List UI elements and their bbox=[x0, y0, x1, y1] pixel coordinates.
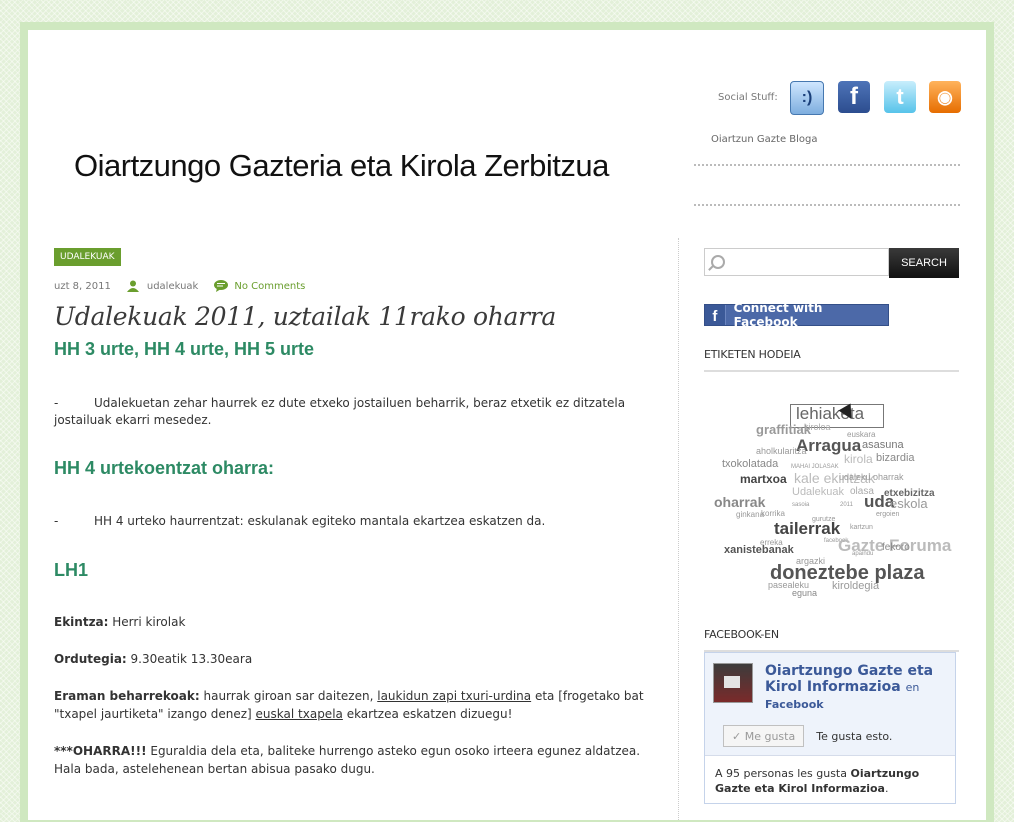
section-heading: LH1 bbox=[54, 560, 89, 580]
bullet-item: - HH 4 urteko haurrentzat: eskulanak egit… bbox=[54, 513, 659, 530]
facebook-icon: f bbox=[705, 305, 726, 325]
tagline: Oiartzun Gazte Bloga bbox=[711, 134, 818, 145]
social-bar: Social Stuff: :) f t ◉ bbox=[718, 81, 961, 117]
site-title[interactable]: Oiartzungo Gazteria eta Kirola Zerbitzua bbox=[74, 148, 609, 184]
search-button[interactable]: SEARCH bbox=[889, 248, 959, 278]
check-icon: ✓ bbox=[732, 729, 745, 743]
tag-link[interactable]: kiroldegia bbox=[832, 580, 879, 592]
fb-like-button[interactable]: ✓ Me gusta bbox=[723, 725, 805, 747]
eraman-text: haurrak giroan sar daitezen, bbox=[199, 689, 378, 703]
tuenti-icon[interactable]: :) bbox=[790, 81, 824, 115]
search-input[interactable] bbox=[704, 248, 889, 276]
tag-link[interactable]: eguna bbox=[792, 588, 817, 598]
eraman-text: ekartzea eskatzen dizuegu! bbox=[342, 707, 513, 721]
fb-like-label: Me gusta bbox=[744, 729, 796, 743]
tag-link[interactable]: 2011 bbox=[840, 502, 853, 508]
tag-link[interactable]: xanistebanak bbox=[724, 544, 794, 556]
ordutegia-label: Ordutegia: bbox=[54, 652, 127, 666]
fb-connect-button[interactable]: f Connect with Facebook bbox=[704, 301, 889, 329]
post-date: uzt 8, 2011 bbox=[54, 280, 111, 292]
tag-link[interactable]: asasuna bbox=[862, 439, 904, 451]
fb-facebook-link[interactable]: Facebook bbox=[765, 698, 824, 711]
fb-count-text: A 95 personas les gusta bbox=[715, 767, 851, 780]
tag-link[interactable]: euskara bbox=[847, 430, 875, 439]
facebook-widget-title: FACEBOOK-EN bbox=[704, 628, 959, 652]
sidebar: SEARCH f Connect with Facebook ETIKETEN … bbox=[704, 248, 959, 804]
tag-cloud: lehiaketa graffitiak kiroloa Arragua eus… bbox=[704, 380, 959, 598]
tag-link[interactable]: udaleku oharrak bbox=[839, 472, 904, 482]
post-author[interactable]: udalekuak bbox=[147, 281, 198, 292]
page-container: Oiartzungo Gazteria eta Kirola Zerbitzua… bbox=[28, 30, 986, 820]
bullet-text: Udalekuetan zehar haurrek ez dute etxeko… bbox=[54, 396, 626, 427]
column-separator bbox=[678, 238, 679, 820]
fb-fan-count: A 95 personas les gusta Oiartzungo Gazte… bbox=[705, 756, 955, 806]
search-icon bbox=[711, 255, 725, 269]
tag-link[interactable]: gurutze bbox=[812, 516, 835, 523]
twitter-icon[interactable]: t bbox=[884, 81, 916, 113]
bullet-dash: - bbox=[54, 396, 59, 410]
user-icon bbox=[126, 280, 139, 292]
bullet-dash: - bbox=[54, 514, 59, 528]
zapi-link[interactable]: laukidun zapi txuri-urdina bbox=[377, 689, 531, 703]
tag-link[interactable]: Udalekuak bbox=[792, 486, 844, 498]
fb-connect-label: Connect with Facebook bbox=[733, 301, 823, 329]
facebook-icon[interactable]: f bbox=[838, 81, 870, 113]
ekintza-value: Herri kirolak bbox=[108, 615, 186, 629]
fb-like-status: Te gusta esto. bbox=[816, 729, 893, 743]
bullet-text: HH 4 urteko haurrentzat: eskulanak egite… bbox=[94, 514, 546, 528]
tag-link[interactable]: sasoia bbox=[792, 502, 809, 508]
ordutegia-value: 9.30eatik 13.30eara bbox=[126, 652, 253, 666]
tag-link[interactable]: ergoien bbox=[876, 511, 899, 518]
tag-link[interactable]: apaindu bbox=[852, 551, 873, 557]
oharra-label: ***OHARRA!!! bbox=[54, 744, 147, 758]
fb-en: en bbox=[905, 681, 920, 694]
tag-link[interactable]: kiroloa bbox=[804, 422, 831, 432]
post-title[interactable]: Udalekuak 2011, uztailak 11rako oharra bbox=[54, 302, 659, 331]
section-heading: HH 4 urtekoentzat oharra: bbox=[54, 458, 275, 478]
tag-link[interactable]: eskola bbox=[890, 496, 928, 511]
bullet-item: - Udalekuetan zehar haurrek ez dute etxek… bbox=[54, 395, 659, 429]
oharra-paragraph: ***OHARRA!!! Eguraldia dela eta, balitek… bbox=[54, 742, 659, 778]
eraman-label: Eraman beharrekoak: bbox=[54, 689, 200, 703]
comments-link[interactable]: No Comments bbox=[234, 281, 305, 292]
ordutegia-line: Ordutegia: 9.30eatik 13.30eara bbox=[54, 650, 659, 668]
tag-link[interactable]: ginkana bbox=[736, 510, 764, 519]
tag-link[interactable]: kartzun bbox=[850, 524, 873, 531]
fb-count-end: . bbox=[884, 782, 889, 795]
ekintza-label: Ekintza: bbox=[54, 615, 109, 629]
ekintza-line: Ekintza: Herri kirolak bbox=[54, 613, 659, 631]
tag-link[interactable]: graffitiak bbox=[756, 422, 811, 437]
facebook-like-box: Oiartzungo Gazte eta Kirol Informazioa e… bbox=[704, 652, 956, 804]
tag-link[interactable]: oharrak bbox=[714, 494, 765, 510]
post: UDALEKUAK uzt 8, 2011 udalekuak No Comme… bbox=[54, 248, 659, 778]
comment-icon bbox=[214, 280, 229, 292]
tag-link[interactable]: fekoro bbox=[882, 542, 910, 553]
section-heading: HH 3 urte, HH 4 urte, HH 5 urte bbox=[54, 339, 315, 359]
search-form: SEARCH bbox=[704, 248, 959, 278]
divider bbox=[694, 204, 960, 206]
fb-like-row: ✓ Me gusta Te gusta esto. bbox=[713, 725, 947, 747]
divider bbox=[694, 164, 960, 166]
tag-link[interactable]: korrika bbox=[761, 509, 785, 518]
rss-icon[interactable]: ◉ bbox=[929, 81, 961, 113]
eraman-paragraph: Eraman beharrekoak: haurrak giroan sar d… bbox=[54, 687, 659, 723]
tag-link[interactable]: kirola bbox=[844, 452, 873, 466]
category-badge[interactable]: UDALEKUAK bbox=[54, 248, 121, 266]
post-meta: uzt 8, 2011 udalekuak No Comments bbox=[54, 280, 659, 292]
tag-link[interactable]: txokolatada bbox=[722, 458, 778, 470]
fb-header: Oiartzungo Gazte eta Kirol Informazioa e… bbox=[705, 653, 955, 756]
txapela-link[interactable]: euskal txapela bbox=[256, 707, 343, 721]
tag-cloud-title: ETIKETEN HODEIA bbox=[704, 348, 959, 372]
tag-link[interactable]: aholkularitza bbox=[756, 446, 807, 456]
tag-link[interactable]: bizardia bbox=[876, 452, 915, 464]
tag-link[interactable]: martxoa bbox=[740, 472, 787, 486]
fb-page-avatar[interactable] bbox=[713, 663, 753, 703]
social-label: Social Stuff: bbox=[718, 92, 778, 103]
